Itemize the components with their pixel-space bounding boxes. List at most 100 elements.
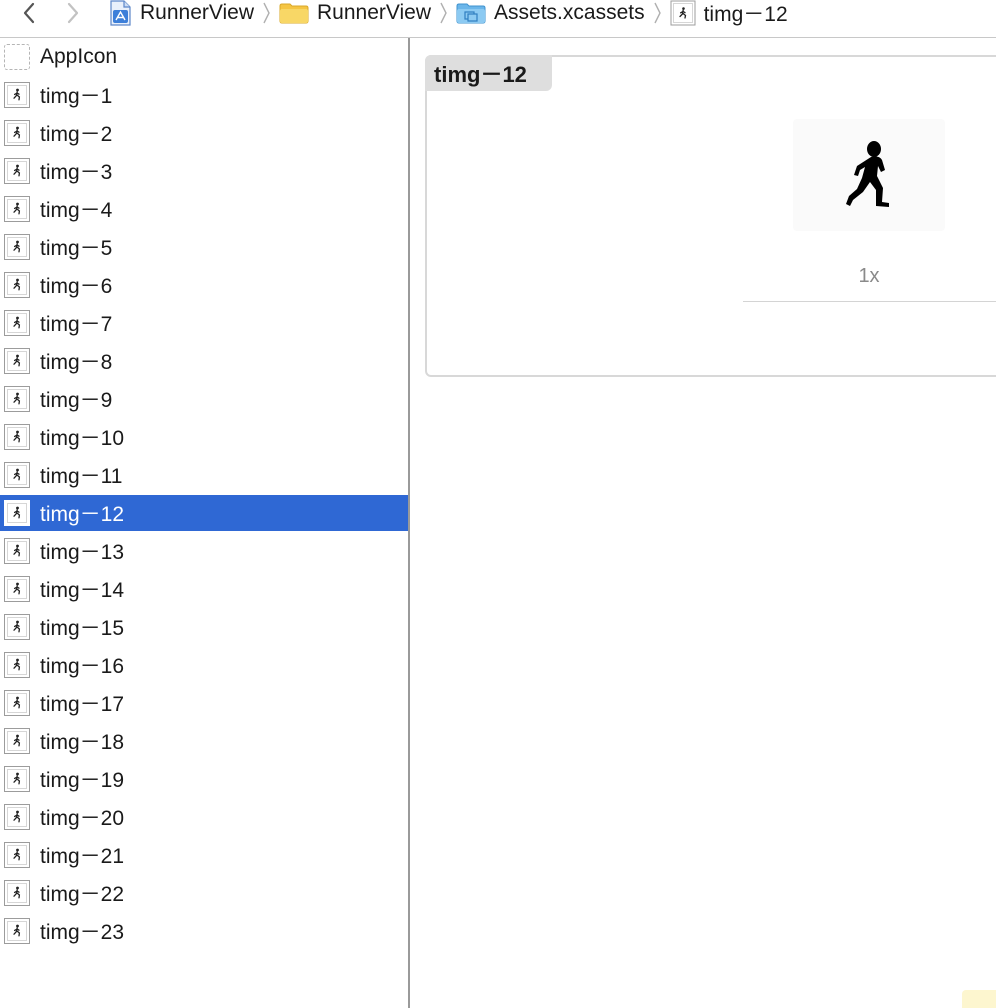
chevron-right-icon xyxy=(67,2,79,24)
sidebar-item-label: AppIcon xyxy=(40,45,118,68)
image-set-icon xyxy=(4,272,30,298)
image-set-icon xyxy=(4,614,30,640)
sidebar-item[interactable]: timg－21 xyxy=(0,837,408,873)
scale-label: 1x xyxy=(858,265,880,287)
sidebar-item-label: timg－17 xyxy=(40,693,125,716)
image-set-icon xyxy=(4,310,30,336)
sidebar-item-label: timg－14 xyxy=(40,579,125,602)
asset-list: AppIcon timg－1 timg－2 timg－3 timg－4 timg－5 tim… xyxy=(0,38,410,1008)
sidebar-item-label: timg－9 xyxy=(40,389,113,412)
sidebar-item[interactable]: AppIcon xyxy=(0,39,408,75)
breadcrumb-separator-icon xyxy=(653,1,662,25)
sidebar-item[interactable]: timg－23 xyxy=(0,913,408,949)
image-set-icon xyxy=(4,348,30,374)
image-set-icon xyxy=(4,386,30,412)
status-tab xyxy=(962,990,996,1008)
image-set-icon xyxy=(4,82,30,108)
sidebar-item[interactable]: timg－20 xyxy=(0,799,408,835)
sidebar-item-label: timg－8 xyxy=(40,351,113,374)
image-set-icon xyxy=(4,500,30,526)
sidebar-item-label: timg－20 xyxy=(40,807,125,830)
image-set-icon xyxy=(4,766,30,792)
sidebar-item-label: timg－2 xyxy=(40,123,113,146)
breadcrumb-label: timg－12 xyxy=(703,3,788,26)
image-set-icon xyxy=(4,576,30,602)
image-set-icon xyxy=(4,728,30,754)
sidebar-item-label: timg－23 xyxy=(40,921,125,944)
image-set-icon xyxy=(4,158,30,184)
image-set-icon xyxy=(670,0,696,26)
asset-catalog-icon xyxy=(456,2,486,24)
image-set-icon xyxy=(4,652,30,678)
sidebar-item[interactable]: timg－13 xyxy=(0,533,408,569)
image-set-icon xyxy=(4,690,30,716)
sidebar-item-label: timg－6 xyxy=(40,275,113,298)
breadcrumb-separator-icon xyxy=(262,1,271,25)
sidebar-item-label: timg－16 xyxy=(40,655,125,678)
sidebar-item[interactable]: timg－12 xyxy=(0,495,408,531)
sidebar-item-label: timg－4 xyxy=(40,199,113,222)
breadcrumb: RunnerView RunnerView Assets.xcassets ti… xyxy=(108,0,788,26)
image-set-icon xyxy=(4,424,30,450)
breadcrumb-label: Assets.xcassets xyxy=(494,1,645,24)
image-set-icon xyxy=(4,918,30,944)
image-set-panel: timg－12 1x xyxy=(425,55,996,377)
image-set-icon xyxy=(4,234,30,260)
image-set-icon xyxy=(4,538,30,564)
sidebar-item-label: timg－18 xyxy=(40,731,125,754)
app-icon-placeholder-icon xyxy=(4,44,30,70)
sidebar-item[interactable]: timg－1 xyxy=(0,77,408,113)
breadcrumb-separator-icon xyxy=(439,1,448,25)
jump-bar: RunnerView RunnerView Assets.xcassets ti… xyxy=(0,0,996,38)
forward-button[interactable] xyxy=(58,0,88,26)
sidebar-item-label: timg－12 xyxy=(40,503,125,526)
sidebar-item[interactable]: timg－16 xyxy=(0,647,408,683)
sidebar-item-label: timg－5 xyxy=(40,237,113,260)
image-set-icon xyxy=(4,196,30,222)
sidebar-item-label: timg－22 xyxy=(40,883,125,906)
sidebar-item[interactable]: timg－17 xyxy=(0,685,408,721)
sidebar-item-label: timg－3 xyxy=(40,161,113,184)
sidebar-item-label: timg－15 xyxy=(40,617,125,640)
sidebar-item[interactable]: timg－3 xyxy=(0,153,408,189)
sidebar-item[interactable]: timg－9 xyxy=(0,381,408,417)
slot-divider xyxy=(743,301,996,302)
chevron-left-icon xyxy=(23,2,35,24)
sidebar-item[interactable]: timg－4 xyxy=(0,191,408,227)
image-set-icon xyxy=(4,462,30,488)
sidebar-item[interactable]: timg－19 xyxy=(0,761,408,797)
sidebar-item[interactable]: timg－2 xyxy=(0,115,408,151)
sidebar-item-label: timg－13 xyxy=(40,541,125,564)
breadcrumb-item-project[interactable]: RunnerView xyxy=(108,0,254,26)
xcode-project-icon xyxy=(108,0,132,26)
back-button[interactable] xyxy=(14,0,44,26)
sidebar-item-label: timg－1 xyxy=(40,85,113,108)
sidebar-item[interactable]: timg－14 xyxy=(0,571,408,607)
sidebar-item[interactable]: timg－10 xyxy=(0,419,408,455)
image-set-icon xyxy=(4,804,30,830)
breadcrumb-item-image-set[interactable]: timg－12 xyxy=(670,0,788,28)
asset-editor: timg－12 1x xyxy=(410,38,996,1008)
sidebar-item[interactable]: timg－11 xyxy=(0,457,408,493)
sidebar-item[interactable]: timg－8 xyxy=(0,343,408,379)
sidebar-item[interactable]: timg－5 xyxy=(0,229,408,265)
breadcrumb-label: RunnerView xyxy=(140,1,255,24)
sidebar-item-label: timg－7 xyxy=(40,313,113,336)
sidebar-item[interactable]: timg－22 xyxy=(0,875,408,911)
image-set-icon xyxy=(4,842,30,868)
folder-icon xyxy=(279,2,309,24)
sidebar-item[interactable]: timg－18 xyxy=(0,723,408,759)
sidebar-item-label: timg－11 xyxy=(40,465,123,488)
image-set-title: timg－12 xyxy=(425,55,552,91)
sidebar-item-label: timg－21 xyxy=(40,845,125,868)
sidebar-item-label: timg－19 xyxy=(40,769,125,792)
sidebar-item[interactable]: timg－15 xyxy=(0,609,408,645)
breadcrumb-label: RunnerView xyxy=(317,1,432,24)
sidebar-item[interactable]: timg－7 xyxy=(0,305,408,341)
image-set-icon xyxy=(4,880,30,906)
image-slot-1x[interactable] xyxy=(793,119,945,231)
sidebar-item[interactable]: timg－6 xyxy=(0,267,408,303)
runner-silhouette-icon xyxy=(846,141,889,207)
breadcrumb-item-folder[interactable]: RunnerView xyxy=(279,1,431,25)
breadcrumb-item-asset-catalog[interactable]: Assets.xcassets xyxy=(456,1,645,25)
